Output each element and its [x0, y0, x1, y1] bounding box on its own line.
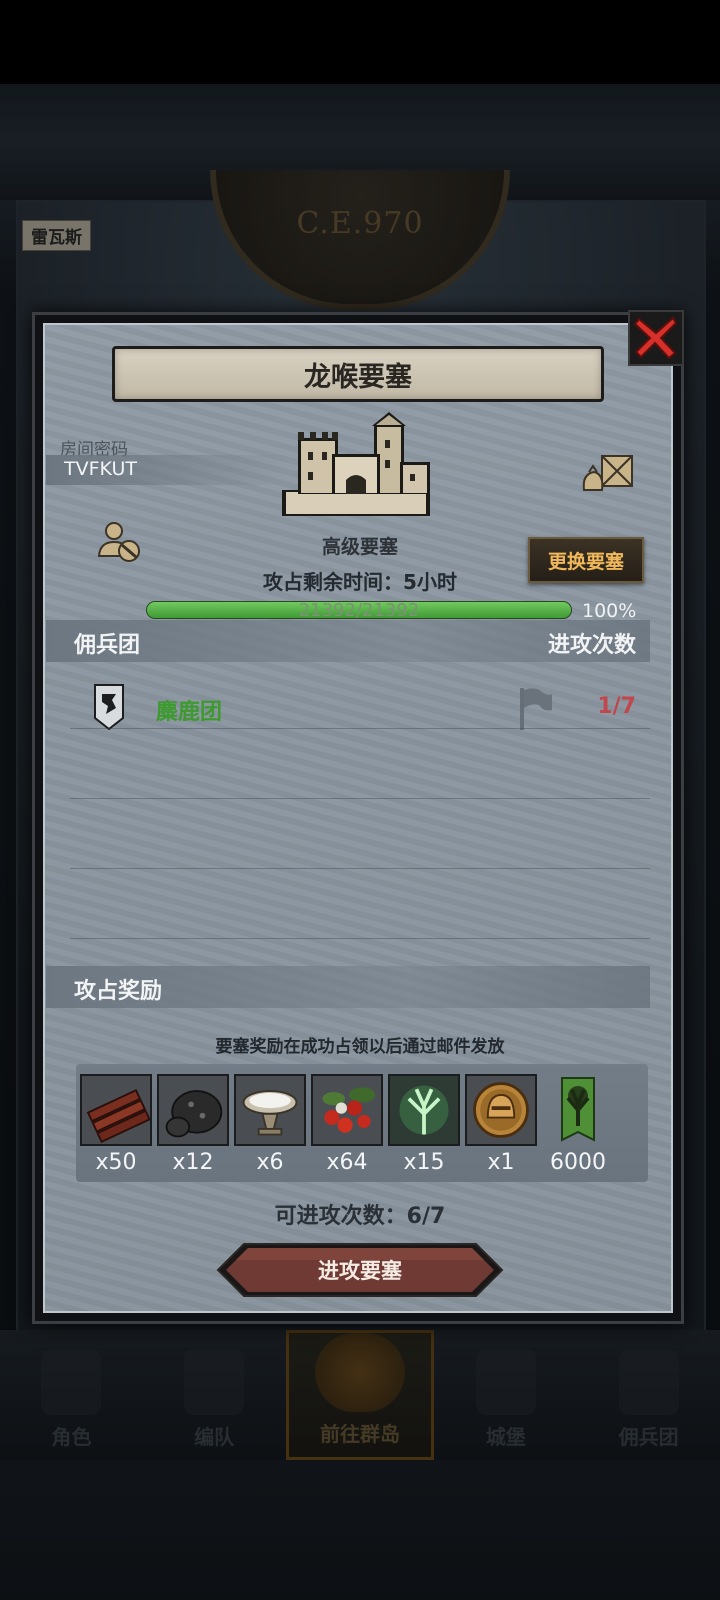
team-name: 麋鹿团 [156, 700, 223, 725]
row-divider [70, 938, 650, 939]
fortress-hp-bar: 21392/21392 [146, 601, 572, 619]
reward-item-banner[interactable] [548, 1074, 608, 1146]
mercenary-header: 佣兵团 [74, 633, 141, 658]
reward-item-salt[interactable] [234, 1074, 306, 1146]
team-emblem-icon [94, 684, 124, 730]
reward-item-ore[interactable] [157, 1074, 229, 1146]
reward-item-berries[interactable] [311, 1074, 383, 1146]
flag-icon [520, 688, 552, 730]
close-icon [633, 316, 678, 360]
dialog-title: 龙喉要塞 [304, 361, 412, 393]
reward-item-helmet[interactable] [465, 1074, 537, 1146]
ore-rock-icon [159, 1076, 227, 1144]
top-bar [0, 0, 720, 84]
hp-text: 21392/21392 [298, 601, 420, 619]
salt-bowl-icon [236, 1076, 304, 1144]
dialog-title-banner: 龙喉要塞 [112, 346, 604, 402]
reward-note: 要塞奖励在成功占领以后通过邮件发放 [215, 1037, 505, 1057]
helmet-coin-icon [467, 1076, 535, 1144]
fortress-castle-icon [282, 412, 430, 516]
reward-qty: 6000 [550, 1150, 606, 1175]
row-divider [70, 728, 650, 729]
remaining-time: 攻占剩余时间：5小时 [263, 570, 457, 594]
supplies-bag-icon[interactable] [580, 452, 634, 494]
attack-count-header: 进攻次数 [547, 633, 636, 658]
berries-icon [313, 1076, 381, 1144]
row-divider [70, 798, 650, 799]
attack-fortress-button[interactable]: 进攻要塞 [216, 1242, 504, 1298]
room-code[interactable]: TVFKUT [64, 458, 137, 480]
available-attacks: 可进攻次数：6/7 [274, 1204, 446, 1229]
tree-banner-icon [561, 1077, 595, 1142]
reward-header: 攻占奖励 [74, 979, 163, 1004]
reward-item-spirit[interactable] [388, 1074, 460, 1146]
reward-item-wood[interactable] [80, 1074, 152, 1146]
spirit-tree-icon [390, 1076, 458, 1144]
team-attack-count: 1/7 [597, 694, 636, 719]
row-divider [70, 868, 650, 869]
close-button[interactable] [628, 310, 684, 366]
hp-percent: 100% [582, 600, 637, 622]
wood-planks-icon [82, 1076, 150, 1144]
attack-fortress-label: 进攻要塞 [318, 1259, 402, 1283]
